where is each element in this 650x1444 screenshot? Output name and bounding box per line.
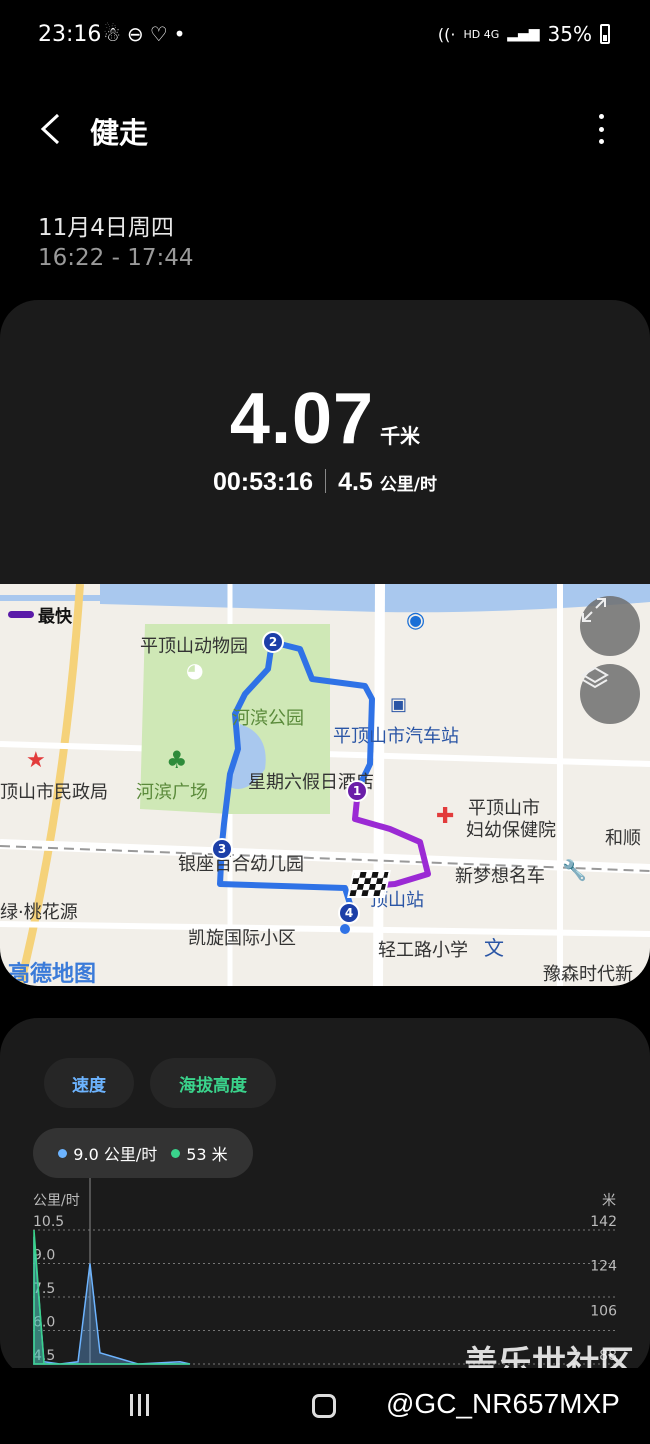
notification-icons: ☃⊖♡• (103, 22, 192, 46)
navigation-bar: @GC_NR657MXP (0, 1368, 650, 1444)
speed-series-area (33, 1236, 191, 1365)
expand-icon (582, 598, 606, 622)
star-poi-icon: ★ (26, 748, 46, 773)
bank-poi-icon: ◉ (406, 608, 426, 633)
status-time: 23:16 (38, 22, 102, 47)
distance-display: 4.07 千米 (0, 378, 650, 460)
tree-poi-icon: ♣ (166, 746, 188, 774)
battery-icon (600, 24, 610, 44)
map-label-park: 河滨公园 (232, 708, 304, 729)
avg-speed-value: 4.5 (338, 468, 373, 496)
layers-icon (581, 666, 609, 689)
route-marker-1[interactable]: 1 (346, 780, 368, 802)
network-label: HD 4G (463, 27, 500, 41)
signal-icon: ▂▄▆ (507, 26, 540, 42)
map-label-heshun: 和顺 (605, 828, 641, 849)
map-label-lv: 绿·桃花源 (0, 902, 78, 923)
finish-flag-icon (347, 870, 391, 898)
session-time-range: 16:22 - 17:44 (38, 245, 194, 271)
right-tick-label: 124 (590, 1259, 617, 1275)
status-right: ((· HD 4G ▂▄▆ 35% (438, 22, 610, 46)
bus-poi-icon: ▣ (390, 694, 408, 715)
map-label-kindergarten: 银座百合幼儿园 (178, 854, 304, 875)
left-tick-label: 10.5 (33, 1214, 64, 1230)
map-label-school: 轻工路小学 (378, 940, 468, 961)
workout-summary-card: 4.07 千米 00:53:16 4.5 公里/时 最快 平顶山动物园 河滨公园… (0, 300, 650, 986)
speed-altitude-chart[interactable]: 10.59.07.56.04.514212410688 (0, 1018, 650, 1378)
fastest-color-swatch (8, 611, 34, 618)
back-arrow-icon[interactable] (38, 112, 62, 146)
route-marker-2[interactable]: 2 (262, 631, 284, 653)
recent-apps-button[interactable] (130, 1394, 149, 1416)
distance-value: 4.07 (229, 379, 375, 459)
route-marker-3[interactable]: 3 (211, 838, 233, 860)
session-date: 11月4日周四 (38, 215, 174, 241)
altitude-series-area (33, 1229, 190, 1365)
app-header: 健走 (0, 100, 650, 160)
page-title: 健走 (90, 116, 149, 150)
watermark-handle: @GC_NR657MXP (386, 1388, 620, 1419)
route-map[interactable]: 最快 平顶山动物园 河滨公园 河滨广场 平顶山市汽车站 星期六假日酒店 顶山市民… (0, 584, 650, 986)
map-label-kaixuan: 凯旋国际小区 (188, 928, 296, 949)
more-options-icon[interactable] (596, 114, 606, 144)
map-label-xinmeng: 新梦想名车 (455, 866, 545, 887)
map-label-bus-station: 平顶山市汽车站 (333, 726, 459, 747)
map-label-hospital-line2: 妇幼保健院 (466, 820, 556, 841)
expand-map-button[interactable] (580, 596, 640, 656)
amap-logo: 高德地图 (8, 962, 97, 986)
panda-poi-icon: ◕ (186, 658, 204, 682)
map-label-civil-affairs: 顶山市民政局 (0, 782, 108, 803)
duration-value: 00:53:16 (212, 468, 314, 496)
map-label-square: 河滨广场 (136, 782, 208, 803)
battery-percent: 35% (547, 22, 592, 46)
divider (325, 469, 327, 493)
right-tick-label: 142 (590, 1214, 617, 1230)
right-tick-label: 106 (590, 1303, 617, 1319)
map-label-yusen: 豫森时代新 (543, 964, 633, 985)
car-service-poi-icon: 🔧 (562, 858, 587, 882)
route-marker-4[interactable]: 4 (338, 902, 360, 924)
distance-unit: 千米 (380, 424, 421, 448)
map-layers-button[interactable] (580, 664, 640, 724)
chart-card: 速度 海拔高度 9.0 公里/时 53 米 公里/时 米 10.5 9.0 7.5 6… (0, 1018, 650, 1378)
status-bar: 23:16 ☃⊖♡• ((· HD 4G ▂▄▆ 35% (0, 0, 650, 72)
school-poi-icon: 文 (484, 936, 504, 960)
speed-unit: 公里/时 (379, 475, 437, 495)
fastest-legend: 最快 (8, 602, 72, 627)
home-button[interactable] (312, 1394, 336, 1418)
hospital-poi-icon: ✚ (436, 804, 455, 829)
map-label-zoo: 平顶山动物园 (140, 636, 248, 657)
stats-row: 00:53:16 4.5 公里/时 (0, 468, 650, 497)
wifi-icon: ((· (437, 24, 456, 44)
